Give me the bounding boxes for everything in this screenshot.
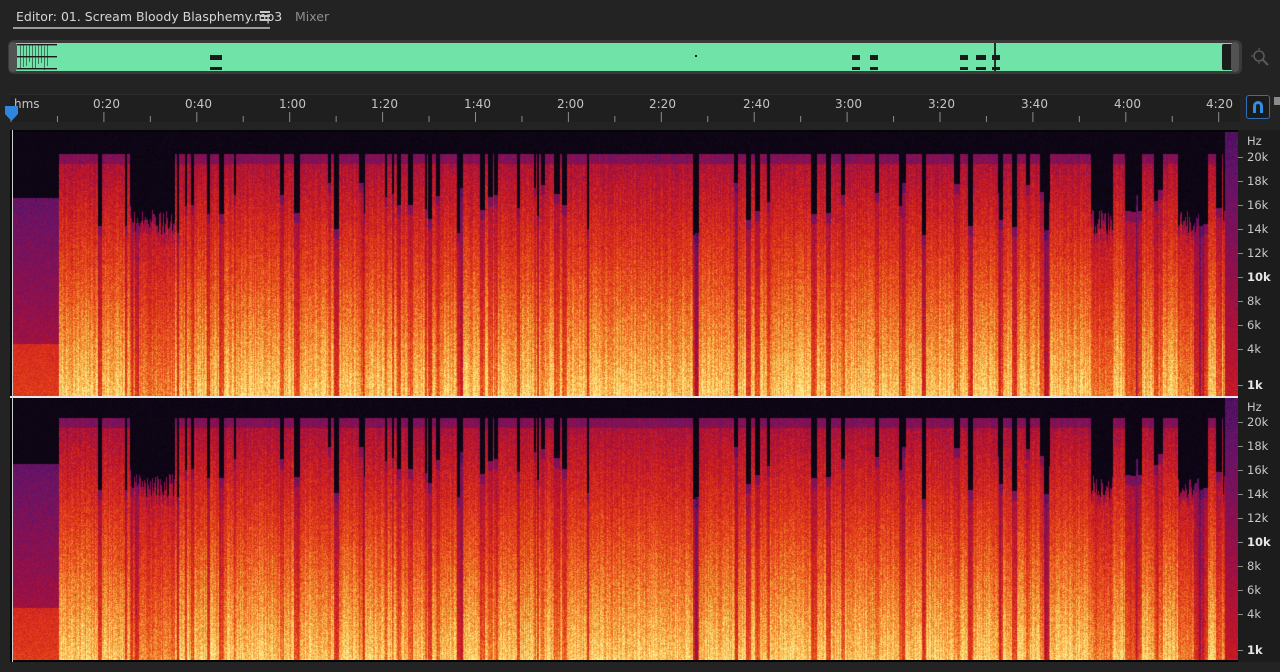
frequency-unit-label: Hz — [1247, 134, 1262, 148]
frequency-label: 10k — [1247, 270, 1271, 284]
frequency-label: 18k — [1247, 439, 1269, 453]
frequency-label: 18k — [1247, 174, 1269, 188]
frequency-label: 16k — [1247, 198, 1269, 212]
overview-left-handle[interactable] — [9, 42, 17, 72]
ruler-time-label: 3:00 — [835, 97, 862, 111]
ruler-time-label: 2:20 — [649, 97, 676, 111]
magnet-snap-icon[interactable] — [1246, 95, 1270, 119]
playhead-line — [12, 130, 13, 662]
ruler-time-label: 4:20 — [1206, 97, 1233, 111]
tab-mixer[interactable]: Mixer — [295, 9, 329, 24]
frequency-label: 12k — [1247, 511, 1269, 525]
playhead-marker-icon[interactable] — [5, 106, 18, 122]
frequency-label: 1k — [1247, 643, 1263, 657]
zoom-navigator-icon[interactable] — [1250, 47, 1272, 69]
ruler-time-label: 0:20 — [93, 97, 120, 111]
spectrogram-canvas — [13, 132, 1238, 396]
ruler-time-label: 4:00 — [1114, 97, 1141, 111]
ruler-time-label: 3:20 — [928, 97, 955, 111]
panel-resize-grip[interactable] — [652, 124, 680, 139]
frequency-label: 4k — [1247, 342, 1261, 356]
tab-editor[interactable]: Editor: 01. Scream Bloody Blasphemy.mp3 — [16, 9, 282, 24]
ruler-time-label: 0:40 — [185, 97, 212, 111]
frequency-label: 16k — [1247, 463, 1269, 477]
ruler-time-label: 2:00 — [557, 97, 584, 111]
ruler-time-label: 2:40 — [743, 97, 770, 111]
frequency-label: 8k — [1247, 559, 1261, 573]
frequency-unit-label: Hz — [1247, 400, 1262, 414]
frequency-label: 14k — [1247, 487, 1269, 501]
ruler-time-label: 3:40 — [1021, 97, 1048, 111]
ruler-time-label: 1:40 — [464, 97, 491, 111]
hamburger-menu-icon[interactable] — [259, 10, 271, 22]
ruler-time-label: 1:20 — [371, 97, 398, 111]
frequency-axis[interactable]: Hz 20k 18k 16k 14k 12k 10k 8k 6k 4k 1k H… — [1238, 130, 1280, 662]
time-ruler[interactable]: hms 0:20 0:40 1:00 1:20 1:40 2:00 2:20 2… — [10, 94, 1240, 122]
frequency-label: 10k — [1247, 535, 1271, 549]
spectrogram-channel-right[interactable] — [13, 398, 1238, 660]
frequency-label: 6k — [1247, 318, 1261, 332]
spectral-frequency-display[interactable] — [10, 130, 1238, 662]
frequency-label: 4k — [1247, 607, 1261, 621]
panel-tab-bar: Editor: 01. Scream Bloody Blasphemy.mp3 … — [0, 0, 1280, 34]
spectrogram-channel-left[interactable] — [13, 132, 1238, 396]
frequency-label: 14k — [1247, 222, 1269, 236]
active-tab-indicator — [13, 27, 270, 29]
spectrogram-canvas — [13, 398, 1238, 660]
overview-waveform[interactable] — [14, 43, 1236, 71]
overview-right-handle[interactable] — [1231, 42, 1239, 72]
ruler-time-label: 1:00 — [279, 97, 306, 111]
frequency-label: 12k — [1247, 246, 1269, 260]
ruler-edge-marker — [1274, 97, 1280, 105]
overview-waveform-graphic — [17, 43, 1000, 71]
frequency-label: 20k — [1247, 415, 1269, 429]
frequency-label: 20k — [1247, 150, 1269, 164]
frequency-label: 1k — [1247, 378, 1263, 392]
frequency-label: 6k — [1247, 583, 1261, 597]
frequency-label: 8k — [1247, 294, 1261, 308]
